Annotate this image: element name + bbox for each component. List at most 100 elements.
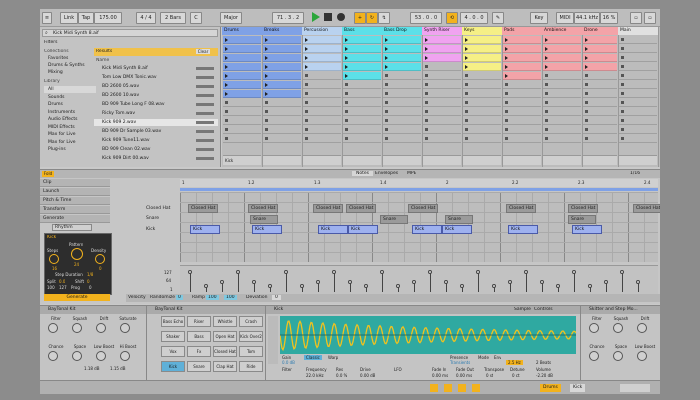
menu-icon[interactable]: ≡ [42,12,52,24]
clip-slot-empty[interactable] [543,126,581,134]
note-closed-hat[interactable]: Closed Hat [248,204,278,213]
skitter-knob[interactable] [637,323,647,333]
clip-stop-icon[interactable] [465,137,468,140]
clip-stop-icon[interactable] [265,137,268,140]
status-icon-d[interactable] [472,384,480,392]
clip-stop-icon[interactable] [545,92,548,95]
track-header[interactable]: Percussion [302,27,342,35]
velocity-handle[interactable] [588,284,592,288]
velocity-handle[interactable] [380,270,384,274]
clip-slot-empty[interactable] [543,135,581,143]
velocity-handle[interactable] [252,280,256,284]
drum-pad[interactable]: Bass Echo [161,316,185,327]
clip-play-icon[interactable] [585,56,588,60]
clip-play-icon[interactable] [465,38,468,42]
density-knob[interactable] [95,254,105,264]
track-footer[interactable] [263,155,301,165]
clip-play-icon[interactable] [265,83,268,87]
warp-toggle[interactable]: Warp [328,355,338,360]
clip-stop-icon[interactable] [225,101,228,104]
clip-stop-icon[interactable] [505,92,508,95]
clip-stop-icon[interactable] [305,83,308,86]
clip-slot-empty[interactable] [463,99,501,107]
velocity-handle[interactable] [492,284,496,288]
clip-slot-empty[interactable] [423,81,461,89]
note-closed-hat[interactable]: Closed Hat [188,204,218,213]
clip-stop-icon[interactable] [345,137,348,140]
clip-stop-icon[interactable] [385,137,388,140]
clip-slot-filled[interactable] [503,54,541,62]
env-hz[interactable]: 2.5 Hz [506,360,523,365]
clip-slot-empty[interactable] [383,135,421,143]
collection-item[interactable]: Favorites [48,55,92,62]
track-footer[interactable] [423,155,461,165]
library-item[interactable]: Plug-ins [44,146,96,153]
clip-slot-filled[interactable] [303,45,341,53]
velocity-handle[interactable] [284,270,288,274]
note-kick[interactable]: Kick [508,225,538,234]
clip-slot-empty[interactable] [343,108,381,116]
clip-stop-icon[interactable] [385,128,388,131]
clip-stop-icon[interactable] [385,74,388,77]
clip-slot-empty[interactable] [463,117,501,125]
clip-stop-icon[interactable] [585,137,588,140]
velocity-handle[interactable] [396,284,400,288]
note-closed-hat[interactable]: Closed Hat [633,204,660,213]
grid-value[interactable]: 1/16 [630,171,640,176]
browser-file[interactable]: Tom Low DMX Tonic.wav [94,74,218,81]
clip-slot-empty[interactable] [263,135,301,143]
velocity-handle[interactable] [204,284,208,288]
clip-slot-filled[interactable] [303,63,341,71]
loop-icon[interactable]: ⟲ [446,12,458,24]
library-item[interactable]: All [44,86,96,93]
clip-stop-icon[interactable] [465,110,468,113]
velocity-handle[interactable] [604,280,608,284]
clip-stop-icon[interactable] [621,47,624,50]
beats-value[interactable]: 2 Beats [536,360,551,365]
clip-slot-empty[interactable] [423,108,461,116]
velocity-stick[interactable] [334,272,335,292]
note-closed-hat[interactable]: Closed Hat [506,204,536,213]
macro2-knob[interactable] [96,351,106,361]
drum-pad[interactable]: Tom [239,346,263,357]
transients-value[interactable]: Transients [450,360,470,365]
lane-label-snare[interactable]: Snare [144,214,180,224]
clip-slot-empty[interactable] [583,99,617,107]
macro2-knob[interactable] [48,351,58,361]
clip-play-icon[interactable] [505,56,508,60]
draw-icon[interactable]: ✎ [492,12,504,24]
clip-play-icon[interactable] [585,65,588,69]
clip-slot-empty[interactable] [383,117,421,125]
clip-play-icon[interactable] [505,47,508,51]
clip-slot-filled[interactable] [543,63,581,71]
deviation-value[interactable]: 0 [272,295,281,300]
launch-section[interactable]: Launch [40,188,110,196]
tab-mpe[interactable]: MPE [407,171,416,176]
clip-stop-icon[interactable] [425,137,428,140]
clip-play-icon[interactable] [345,47,348,51]
drum-pad[interactable]: Clap Hat [213,361,237,372]
key-map-button[interactable]: Key [530,12,548,24]
browser-file[interactable]: Kick Midi Synth 8.aif [94,65,218,72]
clip-play-icon[interactable] [225,74,228,78]
clip-slot-empty[interactable] [263,117,301,125]
clip-play-icon[interactable] [345,56,348,60]
clip-stop-icon[interactable] [621,137,624,140]
clip-slot-filled[interactable] [383,63,421,71]
note-kick[interactable]: Kick [318,225,348,234]
clip-stop-icon[interactable] [465,101,468,104]
clip-slot-filled[interactable] [503,45,541,53]
clip-slot-empty[interactable] [343,126,381,134]
clip-slot-empty[interactable] [343,117,381,125]
velocity-stick[interactable] [526,272,527,292]
clip-slot-filled[interactable] [503,36,541,44]
track-footer[interactable] [463,155,501,165]
clip-stop-icon[interactable] [305,128,308,131]
note-kick[interactable]: Kick [572,225,602,234]
drum-pad[interactable]: Open Hat [213,331,237,342]
clip-stop-icon[interactable] [265,128,268,131]
clip-slot-filled[interactable] [303,36,341,44]
fade-in-value[interactable]: 0.00 ms [432,373,448,378]
clip-slot-empty[interactable] [423,135,461,143]
loop-start[interactable]: 53 . 0 . 0 [410,12,442,24]
